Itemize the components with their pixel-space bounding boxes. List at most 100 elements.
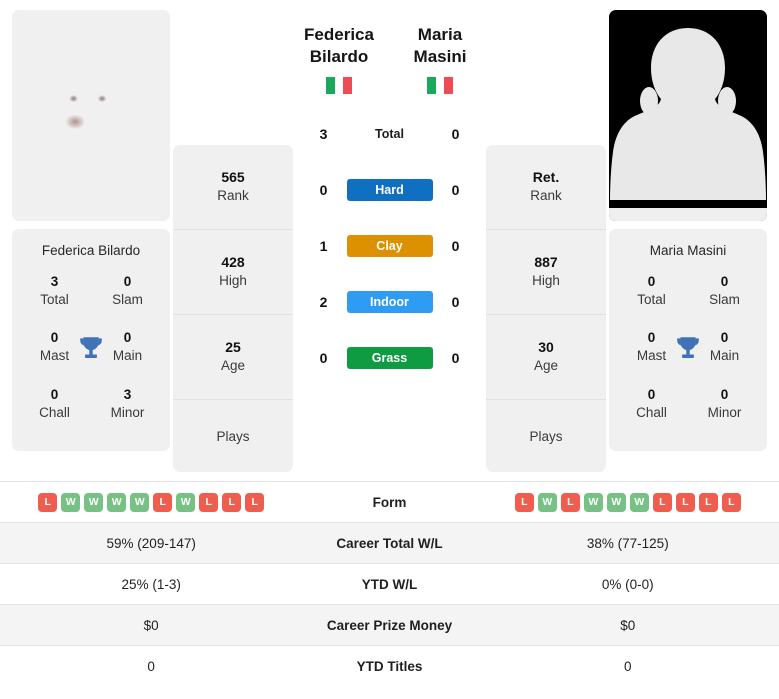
table-row: 0 YTD Titles 0 [0, 645, 779, 687]
right-count-hard: 0 [451, 181, 460, 198]
left-plays-cell: Plays [173, 400, 293, 472]
right-player-photo[interactable] [609, 10, 767, 221]
form-chip-win[interactable]: W [84, 492, 104, 512]
left-player-column: Federica Bilardo 3 Total 0 Slam 0 Mast 0… [12, 10, 170, 451]
left-plays-label: Plays [216, 428, 250, 444]
left-count-hard: 0 [319, 181, 328, 198]
right-player-flag-italy [426, 76, 453, 94]
left-career-total-w-l-value: 59% (209-147) [106, 535, 196, 551]
player-comparison-page: Federica Bilardo 3 Total 0 Slam 0 Mast 0… [0, 0, 779, 699]
left-form-list: LWWWWLWLLL [6, 492, 296, 512]
right-form-list: LWLWWWLLLL [483, 492, 773, 512]
left-rank-card: 565 Rank 428 High 25 Age Plays [173, 145, 293, 472]
surface-badge-indoor[interactable]: Indoor [346, 290, 433, 313]
surface-row-hard: 0 Hard 0 [296, 162, 483, 218]
right-chall-titles: 0 Chall [615, 387, 688, 421]
left-rank-cell: 565 Rank [173, 145, 293, 230]
left-player-name-label: Federica Bilardo [41, 243, 141, 258]
right-career-prize-money-value: $0 [620, 617, 636, 633]
comparison-header: Federica Bilardo 3 Total 0 Slam 0 Mast 0… [0, 0, 779, 472]
left-chall-value: 0 [50, 386, 59, 402]
right-slam-value: 0 [720, 274, 729, 289]
form-chip-win[interactable]: W [107, 492, 127, 512]
right-count-total: 0 [451, 125, 460, 142]
row-label-ytd-w-l: YTD W/L [361, 576, 418, 592]
left-player-photo[interactable] [12, 10, 170, 221]
left-minor-label: Minor [110, 404, 145, 420]
left-minor-value: 3 [123, 386, 132, 402]
left-high-label: High [219, 273, 247, 289]
left-chall-titles: 0 Chall [18, 387, 91, 421]
left-total-label: Total [40, 291, 69, 307]
right-total-titles: 0 Total [615, 274, 688, 308]
form-chip-loss[interactable]: L [560, 492, 580, 512]
left-player-last-name: Bilardo [309, 46, 369, 66]
right-rank-column: Ret. Rank 887 High 30 Age Plays [486, 10, 606, 472]
left-slam-titles: 0 Slam [91, 274, 164, 308]
left-high-value: 428 [221, 254, 245, 271]
right-rank-label: Rank [530, 188, 562, 204]
right-slam-label: Slam [709, 291, 740, 307]
left-rank-spacer [173, 10, 293, 145]
left-rank-column: 565 Rank 428 High 25 Age Plays [173, 10, 293, 472]
left-ytd-w-l-value: 25% (1-3) [121, 576, 181, 592]
form-chip-win[interactable]: W [606, 492, 626, 512]
left-player-titles-card: Federica Bilardo 3 Total 0 Slam 0 Mast 0… [12, 229, 170, 451]
form-chip-win[interactable]: W [61, 492, 81, 512]
right-player-name: Maria Masini [413, 25, 467, 66]
form-chip-win[interactable]: W [629, 492, 649, 512]
form-chip-loss[interactable]: L [698, 492, 718, 512]
form-chip-loss[interactable]: L [721, 492, 741, 512]
form-chip-loss[interactable]: L [38, 492, 58, 512]
right-slam-titles: 0 Slam [688, 274, 761, 308]
right-form-value: LWLWWWLLLL [477, 482, 779, 523]
left-slam-label: Slam [112, 291, 143, 307]
left-player-heading: Federica Bilardo [296, 24, 382, 94]
right-age-label: Age [533, 358, 559, 374]
table-row: $0 Career Prize Money $0 [0, 604, 779, 646]
left-minor-titles: 3 Minor [91, 387, 164, 421]
right-rank-cell: Ret. Rank [486, 145, 606, 230]
right-ytd-titles-value: 0 [624, 658, 632, 674]
table-row: 25% (1-3) YTD W/L 0% (0-0) [0, 563, 779, 605]
surface-badge-grass[interactable]: Grass [346, 346, 433, 369]
right-age-value: 30 [538, 339, 554, 356]
surface-breakdown-list: 3 Total 0 0 Hard 0 1 Clay 0 2 Indoor 0 0 Grass 0 [296, 106, 483, 386]
left-player-first-name: Federica [304, 25, 374, 44]
row-label-form: Form [372, 494, 407, 510]
surface-row-grass: 0 Grass 0 [296, 330, 483, 386]
form-chip-win[interactable]: W [537, 492, 557, 512]
right-high-label: High [532, 273, 560, 289]
table-row: 59% (209-147) Career Total W/L 38% (77-125… [0, 522, 779, 564]
surface-badge-hard[interactable]: Hard [346, 178, 433, 201]
right-chall-label: Chall [636, 404, 667, 420]
form-chip-loss[interactable]: L [675, 492, 695, 512]
surface-badge-clay[interactable]: Clay [346, 234, 433, 257]
form-chip-win[interactable]: W [583, 492, 603, 512]
form-chip-loss[interactable]: L [652, 492, 672, 512]
right-count-clay: 0 [451, 237, 460, 254]
form-chip-loss[interactable]: L [153, 492, 173, 512]
left-count-total: 3 [319, 125, 328, 142]
form-chip-loss[interactable]: L [514, 492, 534, 512]
right-age-cell: 30 Age [486, 315, 606, 400]
left-high-cell: 428 High [173, 230, 293, 315]
left-titles-grid: 3 Total 0 Slam 0 Mast 0 Main 0 Chall 3 M… [18, 274, 164, 421]
form-chip-loss[interactable]: L [199, 492, 219, 512]
form-chip-win[interactable]: W [176, 492, 196, 512]
right-count-grass: 0 [451, 349, 460, 366]
form-chip-loss[interactable]: L [245, 492, 265, 512]
left-count-indoor: 2 [319, 293, 328, 310]
right-titles-grid: 0 Total 0 Slam 0 Mast 0 Main 0 Chall 0 M… [615, 274, 761, 421]
right-plays-label: Plays [529, 428, 563, 444]
right-rank-card: Ret. Rank 887 High 30 Age Plays [486, 145, 606, 472]
right-minor-titles: 0 Minor [688, 387, 761, 421]
right-chall-value: 0 [647, 386, 656, 402]
form-chip-loss[interactable]: L [222, 492, 242, 512]
surface-row-indoor: 2 Indoor 0 [296, 274, 483, 330]
surface-row-clay: 1 Clay 0 [296, 218, 483, 274]
right-minor-label: Minor [707, 404, 742, 420]
left-count-grass: 0 [319, 349, 328, 366]
form-chip-win[interactable]: W [130, 492, 150, 512]
table-row: L W W W W L W L L L Form L W L W W W L L L L [0, 481, 779, 523]
